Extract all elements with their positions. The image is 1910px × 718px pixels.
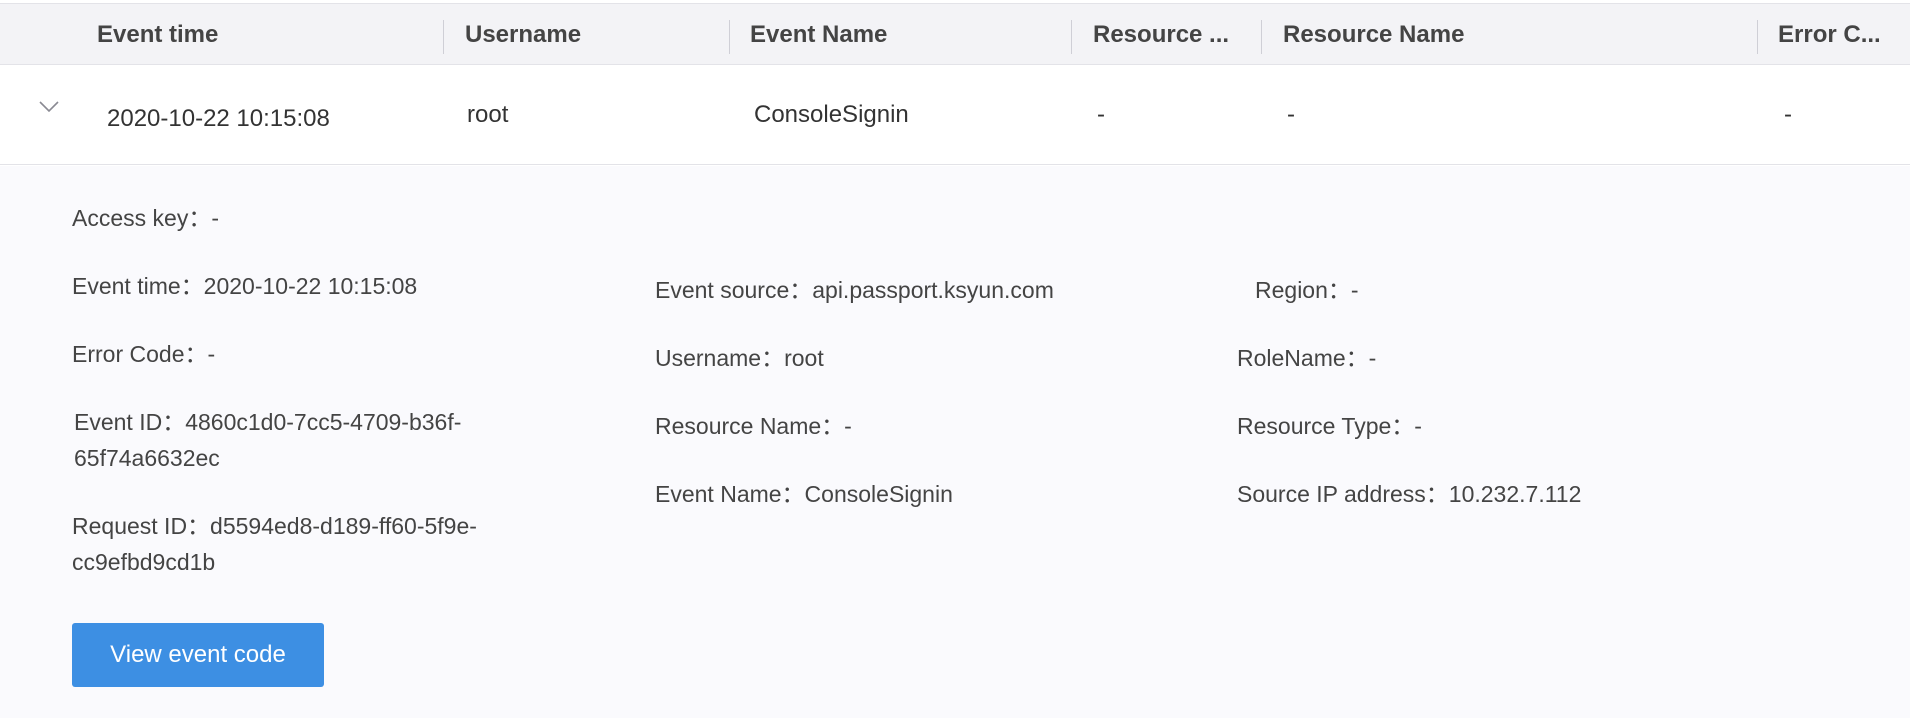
detail-event-name: Event Name：ConsoleSignin <box>655 481 953 507</box>
detail-role-name: RoleName：- <box>1237 345 1377 371</box>
detail-request-id: Request ID：d5594ed8-d189-ff60-5f9e-cc9ef… <box>72 513 477 575</box>
detail-source-ip: Source IP address：10.232.7.112 <box>1237 481 1582 507</box>
detail-resource-type: Resource Type：- <box>1237 413 1422 439</box>
column-header-username[interactable]: Username <box>465 4 715 66</box>
column-header-resource-name[interactable]: Resource Name <box>1283 4 1683 66</box>
column-header-resource-type[interactable]: Resource ... <box>1093 4 1268 66</box>
detail-event-time: Event time：2020-10-22 10:15:08 <box>72 273 418 299</box>
cell-resource-name: - <box>1287 101 1295 128</box>
cell-username: root <box>467 101 509 128</box>
table-header: Event time Username Event Name Resource … <box>0 3 1910 65</box>
detail-event-source: Event source：api.passport.ksyun.com <box>655 277 1054 303</box>
column-divider[interactable] <box>729 20 730 54</box>
column-divider[interactable] <box>443 20 444 54</box>
column-divider[interactable] <box>1071 20 1072 54</box>
column-header-error-code[interactable]: Error C... <box>1778 4 1910 66</box>
detail-resource-name: Resource Name：- <box>655 413 852 439</box>
detail-access-key: Access key：- <box>72 205 219 231</box>
column-header-event-time[interactable]: Event time <box>97 4 427 66</box>
column-header-event-name[interactable]: Event Name <box>750 4 1060 66</box>
cell-resource-type: - <box>1097 101 1105 128</box>
detail-error-code: Error Code：- <box>72 341 216 367</box>
cell-event-time: 2020-10-22 10:15:08 <box>107 105 330 132</box>
chevron-down-icon[interactable] <box>38 100 60 114</box>
detail-event-id: Event ID：4860c1d0-7cc5-4709-b36f-65f74a6… <box>74 409 462 471</box>
cell-event-name: ConsoleSignin <box>754 101 909 128</box>
detail-region: Region：- <box>1255 277 1359 303</box>
column-divider[interactable] <box>1261 20 1262 54</box>
detail-username: Username：root <box>655 345 824 371</box>
cell-error-code: - <box>1784 101 1792 128</box>
column-divider[interactable] <box>1757 20 1758 54</box>
view-event-code-button[interactable]: View event code <box>72 623 324 687</box>
